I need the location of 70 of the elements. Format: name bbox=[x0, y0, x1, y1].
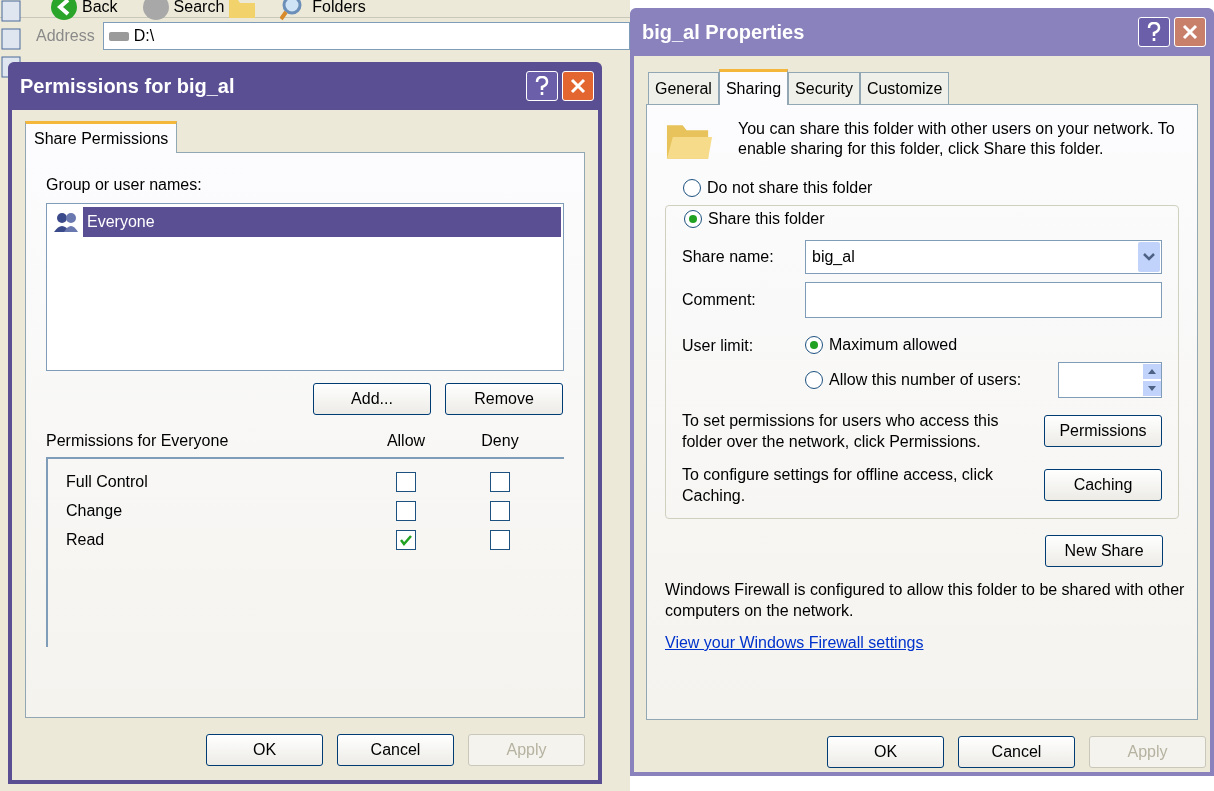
radio-button[interactable] bbox=[805, 371, 823, 389]
tab[interactable]: Sharing bbox=[718, 69, 789, 105]
group-label: Group or user names: bbox=[46, 175, 203, 195]
radio-button[interactable] bbox=[805, 336, 823, 354]
intro-text: You can share this folder with other users on your network. To enable sharing for this folder, click Share this folder. bbox=[738, 119, 1176, 159]
checkbox[interactable] bbox=[396, 529, 416, 550]
checkbox[interactable] bbox=[396, 471, 416, 492]
button[interactable]: New Share bbox=[1045, 535, 1163, 567]
permission-name: Read bbox=[66, 529, 106, 550]
column-header: Allow bbox=[385, 431, 427, 451]
sidebar-icon bbox=[0, 0, 22, 22]
help-text: To set permissions for users who access this folder over the network, click Permissions. bbox=[682, 411, 1000, 452]
radio-button[interactable] bbox=[683, 179, 701, 197]
users-icon bbox=[53, 211, 79, 233]
tab[interactable]: General bbox=[648, 72, 719, 104]
drive-icon bbox=[107, 29, 130, 43]
radio-button[interactable] bbox=[684, 210, 702, 228]
back-arrow-icon bbox=[50, 0, 78, 21]
tab[interactable]: Security bbox=[788, 72, 860, 104]
field-label: User limit: bbox=[682, 336, 755, 356]
permission-name: Full Control bbox=[66, 471, 149, 492]
help-icon bbox=[1147, 22, 1161, 42]
checkbox[interactable] bbox=[396, 500, 416, 521]
option-label: Do not share this folder bbox=[707, 178, 873, 198]
checkbox[interactable] bbox=[490, 471, 510, 492]
button[interactable]: OK bbox=[206, 734, 323, 766]
firewall-settings-link[interactable]: View your Windows Firewall settings bbox=[665, 631, 924, 655]
column-header: Deny bbox=[480, 431, 520, 451]
button[interactable]: Permissions bbox=[1044, 415, 1162, 447]
help-text: To configure settings for offline access, click Caching. bbox=[682, 465, 994, 506]
checkbox[interactable] bbox=[490, 500, 510, 521]
folder-icon bbox=[228, 0, 257, 19]
help-button[interactable] bbox=[526, 71, 558, 101]
help-icon bbox=[535, 76, 549, 96]
close-icon bbox=[570, 78, 586, 94]
list-item[interactable]: Everyone bbox=[83, 207, 561, 237]
checkbox[interactable] bbox=[490, 529, 510, 550]
tab[interactable]: Share Permissions bbox=[25, 121, 178, 153]
window-title: Permissions for big_al bbox=[19, 74, 235, 99]
close-button[interactable] bbox=[562, 71, 594, 101]
button[interactable]: OK bbox=[827, 736, 944, 768]
number-spinner[interactable] bbox=[1058, 362, 1162, 398]
firewall-text: Windows Firewall is configured to allow this folder to be shared with other computers on the network. bbox=[665, 580, 1185, 621]
sidebar-icon bbox=[0, 28, 22, 50]
comment-field[interactable] bbox=[805, 282, 1162, 318]
button[interactable]: Remove bbox=[445, 383, 563, 415]
toolbar-button[interactable]: Search bbox=[137, 0, 261, 21]
button[interactable]: Add... bbox=[313, 383, 431, 415]
option-label: Maximum allowed bbox=[829, 335, 958, 355]
close-icon bbox=[1182, 24, 1198, 40]
spinner-arrows-icon bbox=[1143, 363, 1161, 397]
permission-name: Change bbox=[66, 500, 124, 521]
toolbar-button[interactable]: Back bbox=[46, 0, 122, 21]
address-field[interactable]: D:\ bbox=[102, 22, 630, 50]
option-label: Allow this number of users: bbox=[829, 370, 1022, 390]
toolbar-button[interactable]: Folders bbox=[276, 0, 370, 21]
chevron-down-icon bbox=[1143, 253, 1155, 261]
window-title: big_al Properties bbox=[641, 20, 805, 45]
field-label: Share name: bbox=[682, 247, 775, 267]
button[interactable]: Cancel bbox=[337, 734, 454, 766]
button[interactable]: Caching bbox=[1044, 469, 1162, 501]
share-name-dropdown[interactable]: big_al bbox=[805, 240, 1162, 274]
address-label: Address bbox=[36, 26, 95, 46]
help-button[interactable] bbox=[1138, 17, 1170, 47]
field-label: Comment: bbox=[682, 290, 757, 310]
permissions-label: Permissions for Everyone bbox=[46, 431, 230, 451]
tab[interactable]: Customize bbox=[859, 72, 950, 104]
option-label: Share this folder bbox=[708, 209, 825, 229]
button[interactable]: Cancel bbox=[958, 736, 1075, 768]
close-button[interactable] bbox=[1174, 17, 1206, 47]
